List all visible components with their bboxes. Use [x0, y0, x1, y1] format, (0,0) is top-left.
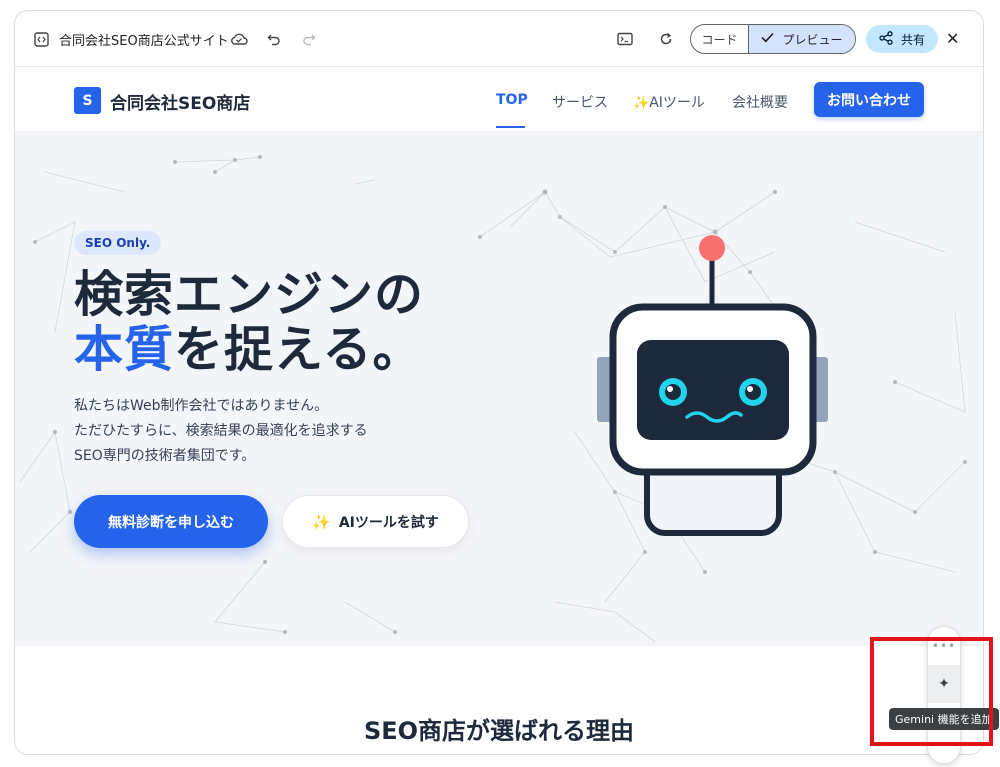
nav-item-ai-tools[interactable]: ✨AIツール — [633, 92, 705, 112]
preview-label: プレビュー — [782, 32, 843, 47]
code-file-icon — [31, 29, 51, 49]
undo-icon[interactable] — [264, 29, 284, 49]
sparkle-icon: ✨ — [633, 96, 650, 111]
free-diagnosis-button[interactable]: 無料診断を申し込む — [74, 495, 268, 548]
sparkle-icon: ✨ — [312, 512, 331, 531]
nav-item-top[interactable]: TOP — [496, 92, 528, 108]
cloud-save-icon[interactable] — [229, 29, 249, 49]
headline-rest: を捉える。 — [174, 321, 423, 378]
app-window: 合同会社SEO商店公式サイト コード プレビュー 共有 ✕ S 合同会社SEO商… — [14, 10, 984, 755]
redo-icon[interactable] — [299, 29, 319, 49]
nav-item-ai-tools-label: AIツール — [649, 95, 705, 111]
hero-badge: SEO Only. — [74, 231, 162, 255]
site-header: S 合同会社SEO商店 TOP サービス ✨AIツール 会社概要 お問い合わせ — [15, 68, 983, 132]
share-label: 共有 — [900, 32, 925, 47]
headline-line-1: 検索エンジンの — [74, 266, 425, 323]
highlight-box — [870, 637, 993, 746]
close-icon[interactable]: ✕ — [946, 29, 959, 48]
try-ai-tools-button[interactable]: ✨ AIツールを試す — [282, 495, 469, 548]
lead-line-1: 私たちはWeb制作会社ではありません。 — [74, 398, 329, 414]
try-ai-tools-label: AIツールを試す — [338, 514, 439, 531]
lead-line-2: ただひたすらに、検索結果の最適化を追求する — [74, 423, 368, 439]
hero-lead: 私たちはWeb制作会社ではありません。 ただひたすらに、検索結果の最適化を追求す… — [74, 394, 368, 469]
active-nav-indicator — [496, 126, 525, 128]
view-toggle: コード プレビュー — [690, 24, 856, 54]
logo-mark[interactable]: S — [74, 87, 101, 114]
contact-button[interactable]: お問い合わせ — [814, 82, 924, 117]
terminal-icon[interactable] — [615, 29, 635, 49]
document-title: 合同会社SEO商店公式サイト — [59, 34, 229, 49]
code-tab[interactable]: コード — [691, 25, 749, 53]
hero-headline: 検索エンジンの 本質を捉える。 — [74, 267, 424, 377]
robot-illustration — [597, 235, 828, 536]
share-icon — [879, 30, 893, 48]
headline-accent: 本質 — [74, 321, 175, 378]
share-button[interactable]: 共有 — [866, 25, 938, 53]
nav-item-services[interactable]: サービス — [552, 92, 608, 112]
hero-section: SEO Only. 検索エンジンの 本質を捉える。 私たちはWeb制作会社ではあ… — [15, 132, 983, 646]
nav-item-company[interactable]: 会社概要 — [732, 92, 788, 112]
lead-line-3: SEO専門の技術者集団です。 — [74, 448, 256, 464]
top-toolbar: 合同会社SEO商店公式サイト コード プレビュー 共有 ✕ — [15, 11, 983, 67]
site-logo-name[interactable]: 合同会社SEO商店 — [110, 89, 250, 114]
preview-tab[interactable]: プレビュー — [749, 25, 855, 53]
section-title: SEO商店が選ばれる理由 — [363, 717, 635, 745]
refresh-icon[interactable] — [656, 29, 676, 49]
check-icon — [761, 32, 775, 46]
